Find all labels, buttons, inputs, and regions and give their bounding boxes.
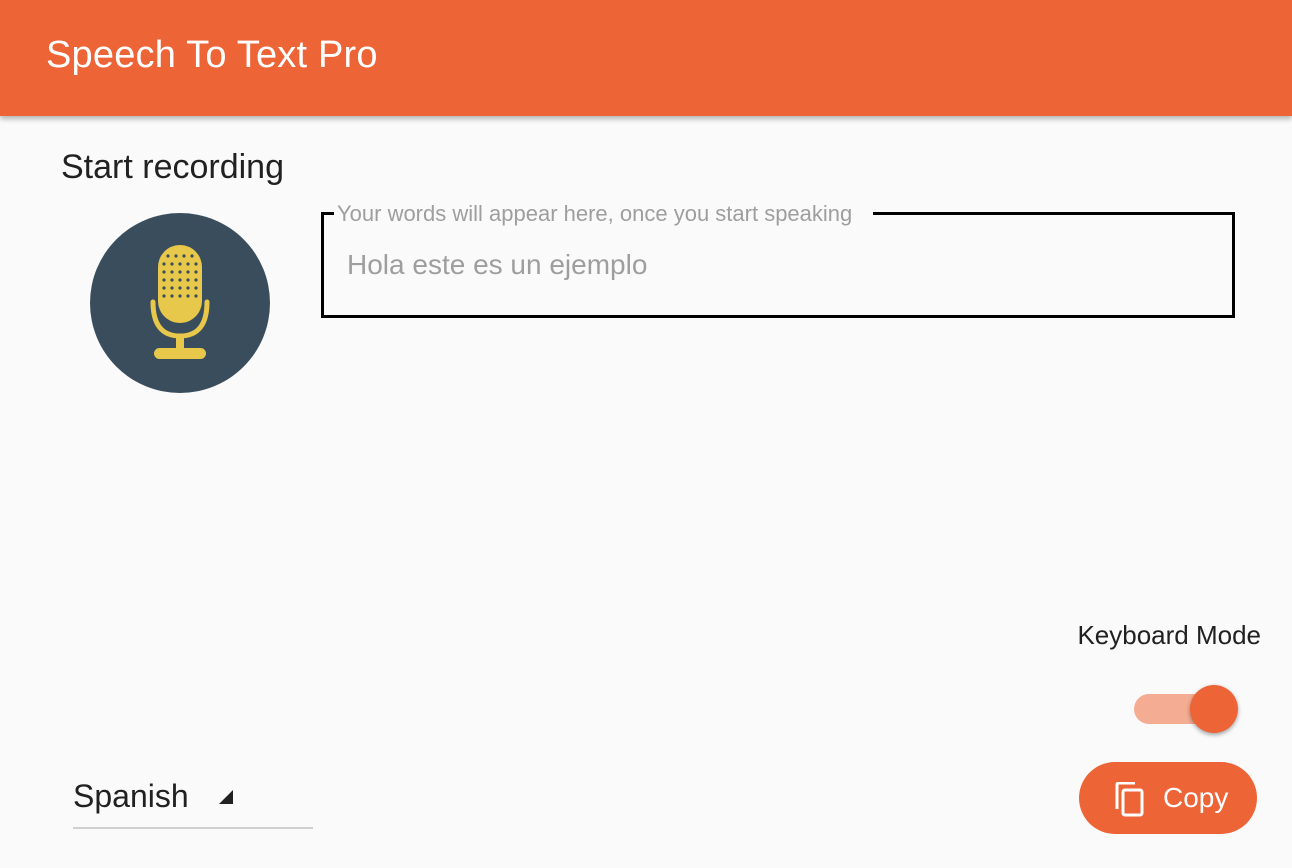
app-bar: Speech To Text Pro (0, 0, 1292, 116)
microphone-icon (150, 245, 210, 359)
keyboard-mode-toggle[interactable] (1130, 682, 1242, 736)
transcript-field[interactable]: Your words will appear here, once you st… (321, 200, 1235, 318)
copy-icon (1115, 782, 1144, 817)
start-recording-heading: Start recording (61, 148, 284, 186)
app-title: Speech To Text Pro (46, 34, 378, 76)
transcript-label: Your words will appear here, once you st… (334, 200, 874, 228)
toggle-thumb (1190, 685, 1238, 733)
keyboard-mode-label: Keyboard Mode (1077, 620, 1261, 650)
copy-button[interactable]: Copy (1079, 762, 1257, 834)
language-select[interactable]: Spanish (73, 774, 313, 829)
copy-label: Copy (1163, 782, 1229, 813)
dropdown-arrow-icon (219, 790, 233, 804)
record-button[interactable] (90, 213, 270, 393)
language-selected-value: Spanish (73, 778, 189, 814)
transcript-text[interactable]: Hola este es un ejemplo (347, 249, 647, 281)
